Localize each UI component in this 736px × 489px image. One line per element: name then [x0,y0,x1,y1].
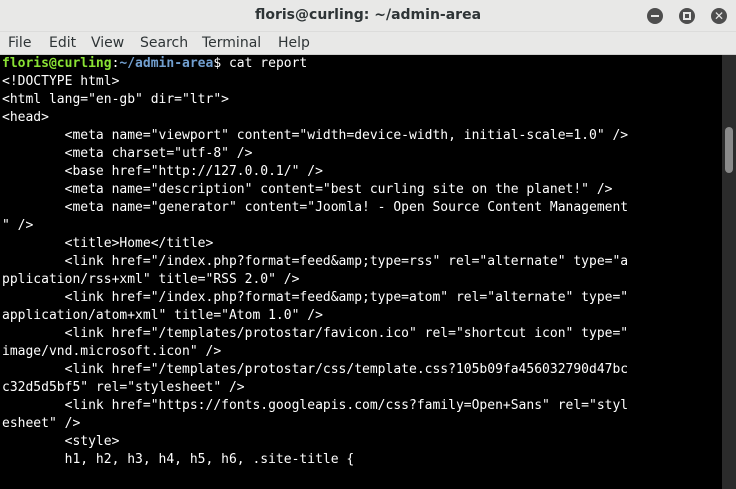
menu-bar: File Edit View Search Terminal Help [0,32,736,55]
output-line: <meta charset="utf-8" /> [2,146,253,161]
menu-file[interactable]: File [8,35,31,51]
output-line: " /> [2,218,34,233]
output-line: h1, h2, h3, h4, h5, h6, .site-title { [2,452,355,467]
maximize-icon [683,12,691,20]
scrollbar-thumb[interactable] [725,127,733,173]
output-line: <meta name="viewport" content="width=dev… [2,128,629,143]
close-button[interactable]: ✕ [711,8,727,24]
output-line: <link href="/templates/protostar/favicon… [2,326,629,341]
prompt-line: floris@curling:~/admin-area$ cat report [0,55,722,73]
output-line: image/vnd.microsoft.icon" /> [2,344,222,359]
output-line: pplication/rss+xml" title="RSS 2.0" /> [2,272,300,287]
output-line: <meta name="generator" content="Joomla! … [2,200,629,215]
menu-help[interactable]: Help [278,35,310,51]
output-line: <link href="https://fonts.googleapis.com… [2,398,629,413]
menu-edit[interactable]: Edit [49,35,76,51]
close-icon: ✕ [713,9,725,23]
title-bar[interactable]: floris@curling: ~/admin-area ✕ [0,0,736,32]
output-line: esheet" /> [2,416,81,431]
output-line: <link href="/templates/protostar/css/tem… [2,362,629,377]
prompt-command: cat report [228,56,308,71]
output-line: <html lang="en-gb" dir="ltr"> [2,92,229,107]
menu-terminal[interactable]: Terminal [202,35,261,51]
output-line: <style> [2,434,120,449]
output-line: <!DOCTYPE html> [2,74,120,89]
window-title: floris@curling: ~/admin-area [254,7,482,23]
vertical-scrollbar[interactable] [722,55,736,489]
minimize-button[interactable] [647,8,663,24]
prompt-user-host: floris@curling [2,56,112,71]
output-line: <link href="/index.php?format=feed&amp;t… [2,254,629,269]
output-line: <title>Home</title> [2,236,214,251]
menu-view[interactable]: View [91,35,124,51]
prompt-symbol: $ [213,56,229,71]
output-line: c32d5d5bf5" rel="stylesheet" /> [2,380,245,395]
output-line: <head> [2,110,49,125]
maximize-button[interactable] [679,8,695,24]
terminal-window: floris@curling: ~/admin-area ✕ File Edit… [0,0,736,489]
minimize-icon [651,15,659,17]
output-line: application/atom+xml" title="Atom 1.0" /… [2,308,323,323]
output-line: <link href="/index.php?format=feed&amp;t… [2,290,629,305]
menu-search[interactable]: Search [140,35,188,51]
prompt-path: ~/admin-area [119,56,214,71]
terminal-output-area[interactable]: floris@curling:~/admin-area$ cat report … [0,55,722,489]
output-line: <meta name="description" content="best c… [2,182,613,197]
output-line: <base href="http://127.0.0.1/" /> [2,164,323,179]
